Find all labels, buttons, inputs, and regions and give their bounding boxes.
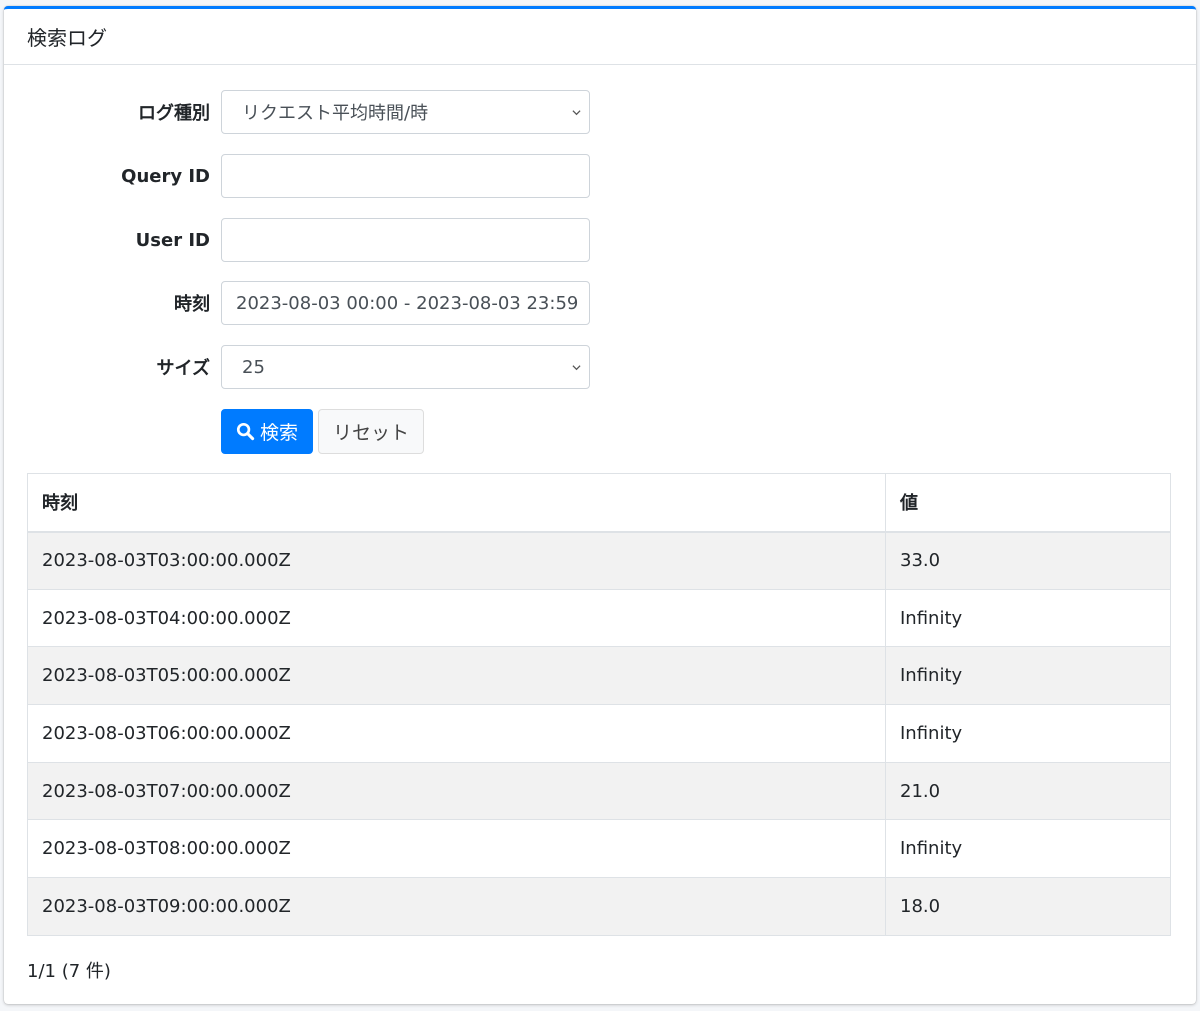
chevron-down-icon bbox=[572, 365, 581, 371]
table-row: 2023-08-03T07:00:00.000Z 21.0 bbox=[27, 761, 1171, 821]
cell-time: 2023-08-03T07:00:00.000Z bbox=[27, 761, 886, 821]
time-range-label: 時刻 bbox=[174, 294, 210, 315]
user-id-label: User ID bbox=[135, 229, 210, 251]
table-row: 2023-08-03T05:00:00.000Z Infinity bbox=[27, 646, 1171, 706]
search-icon bbox=[236, 422, 255, 441]
size-select[interactable]: 25 bbox=[221, 345, 590, 389]
table-header-row: 時刻 値 bbox=[27, 473, 1171, 533]
cell-value: 18.0 bbox=[885, 877, 1171, 936]
cell-value: Infinity bbox=[885, 588, 1171, 648]
user-id-row: User ID bbox=[4, 217, 604, 263]
column-header-value: 値 bbox=[885, 473, 1171, 533]
cell-time: 2023-08-03T04:00:00.000Z bbox=[27, 588, 886, 648]
search-button-label: 検索 bbox=[259, 422, 298, 444]
cell-value: Infinity bbox=[885, 704, 1171, 763]
cell-time: 2023-08-03T05:00:00.000Z bbox=[27, 646, 886, 706]
query-id-input[interactable] bbox=[221, 154, 590, 198]
user-id-input[interactable] bbox=[221, 218, 590, 262]
card-header: 検索ログ bbox=[4, 9, 1196, 65]
cell-time: 2023-08-03T06:00:00.000Z bbox=[27, 704, 886, 763]
cell-value: Infinity bbox=[885, 819, 1171, 879]
log-type-select[interactable]: リクエスト平均時間/時 bbox=[221, 90, 590, 134]
query-id-label: Query ID bbox=[121, 165, 210, 187]
cell-time: 2023-08-03T09:00:00.000Z bbox=[27, 877, 886, 936]
query-id-row: Query ID bbox=[4, 153, 604, 199]
search-log-card: 検索ログ ログ種別 リクエスト平均時間/時 Query ID User ID 時… bbox=[4, 6, 1196, 1004]
cell-time: 2023-08-03T03:00:00.000Z bbox=[27, 531, 886, 590]
card-title: 検索ログ bbox=[27, 26, 107, 50]
time-range-input[interactable]: 2023-08-03 00:00 - 2023-08-03 23:59 bbox=[221, 281, 590, 325]
cell-value: 33.0 bbox=[885, 531, 1171, 590]
pagination-info: 1/1 (7 件) bbox=[27, 961, 111, 982]
table-row: 2023-08-03T03:00:00.000Z 33.0 bbox=[27, 531, 1171, 590]
size-row: サイズ 25 bbox=[4, 344, 604, 390]
time-range-row: 時刻 2023-08-03 00:00 - 2023-08-03 23:59 bbox=[4, 280, 604, 326]
column-header-time: 時刻 bbox=[27, 473, 886, 533]
results-table: 時刻 値 2023-08-03T03:00:00.000Z 33.0 2023-… bbox=[27, 473, 1171, 936]
reset-button-label: リセット bbox=[332, 422, 409, 444]
cell-time: 2023-08-03T08:00:00.000Z bbox=[27, 819, 886, 879]
cell-value: 21.0 bbox=[885, 761, 1171, 821]
search-button[interactable]: 検索 bbox=[221, 409, 313, 454]
table-row: 2023-08-03T06:00:00.000Z Infinity bbox=[27, 704, 1171, 763]
table-row: 2023-08-03T09:00:00.000Z 18.0 bbox=[27, 877, 1171, 936]
log-type-label: ログ種別 bbox=[138, 103, 210, 124]
table-row: 2023-08-03T04:00:00.000Z Infinity bbox=[27, 588, 1171, 648]
size-label: サイズ bbox=[156, 358, 210, 379]
table-row: 2023-08-03T08:00:00.000Z Infinity bbox=[27, 819, 1171, 879]
size-value: 25 bbox=[242, 356, 265, 378]
reset-button[interactable]: リセット bbox=[318, 409, 424, 454]
chevron-down-icon bbox=[572, 110, 581, 116]
results-table-wrapper: 時刻 値 2023-08-03T03:00:00.000Z 33.0 2023-… bbox=[27, 473, 1171, 936]
cell-value: Infinity bbox=[885, 646, 1171, 706]
log-type-value: リクエスト平均時間/時 bbox=[242, 103, 429, 124]
log-type-row: ログ種別 リクエスト平均時間/時 bbox=[4, 89, 604, 135]
